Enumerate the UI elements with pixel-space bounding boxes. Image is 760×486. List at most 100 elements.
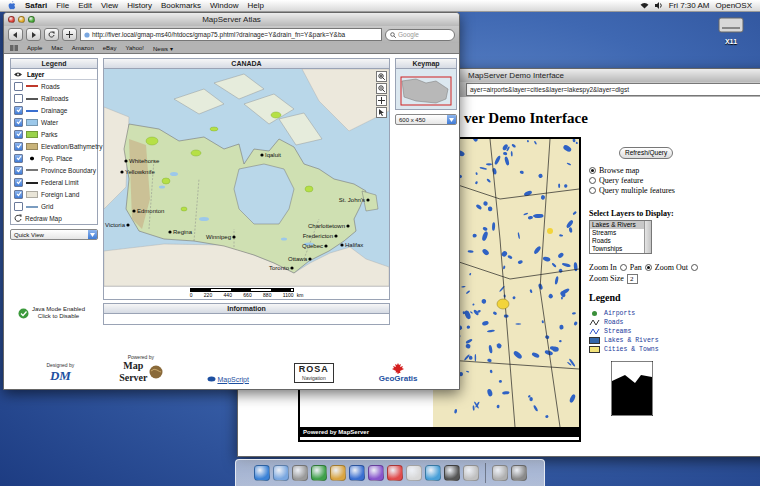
layer-row[interactable]: Drainage: [11, 104, 97, 116]
mode-option[interactable]: Browse map: [589, 165, 639, 175]
menu-item[interactable]: Bookmarks: [161, 0, 201, 11]
layer-checkbox[interactable]: [14, 202, 23, 211]
clock[interactable]: Fri 7:30 AM: [669, 0, 710, 11]
mode-option[interactable]: Query multiple features: [589, 185, 675, 195]
layer-row[interactable]: Roads: [11, 80, 97, 92]
quick-view-select[interactable]: Quick View: [10, 229, 98, 240]
layer-checkbox[interactable]: [14, 190, 23, 199]
zoom-option[interactable]: Zoom Out: [655, 263, 698, 273]
layer-row[interactable]: Foreign Land: [11, 188, 97, 200]
layer-row[interactable]: Pop. Place: [11, 152, 97, 164]
menu-item[interactable]: View: [101, 0, 118, 11]
demo-keymap[interactable]: [611, 361, 653, 416]
dm-solutions-logo[interactable]: Designed byDM: [46, 363, 74, 383]
redraw-map[interactable]: Redraw Map: [11, 212, 97, 224]
lake: [511, 151, 513, 157]
query-tool[interactable]: [376, 107, 387, 118]
layer-checkbox[interactable]: [14, 106, 23, 115]
menu-item[interactable]: Safari: [25, 0, 47, 11]
mapscript-logo[interactable]: MapScript: [207, 376, 249, 383]
dock-app[interactable]: [463, 465, 479, 481]
menu-item[interactable]: Help: [247, 0, 263, 11]
bookmark[interactable]: News ▾: [153, 45, 173, 52]
forward-button[interactable]: [26, 28, 41, 41]
layer-checkbox[interactable]: [14, 94, 23, 103]
keymap-image[interactable]: [396, 69, 456, 109]
dock-app[interactable]: [444, 465, 460, 481]
menu-item[interactable]: File: [56, 0, 69, 11]
zoom-option[interactable]: Pan: [630, 263, 652, 273]
dock-app[interactable]: [425, 465, 441, 481]
layer-checkbox[interactable]: [14, 118, 23, 127]
layer-checkbox[interactable]: [14, 178, 23, 187]
dock-app[interactable]: [368, 465, 384, 481]
layer-option[interactable]: Roads: [590, 237, 644, 245]
bookmark[interactable]: eBay: [103, 45, 117, 51]
canada-map[interactable]: WhitehorseYellowknifeEdmontonVictoriaReg…: [104, 69, 389, 286]
dock-app[interactable]: [273, 465, 289, 481]
menu-item[interactable]: Window: [210, 0, 238, 11]
pop-place: Yellowknife: [120, 169, 155, 175]
address-field[interactable]: http://fiver.local/gmap-ms40/htdocs/gmap…: [80, 28, 382, 41]
layer-row[interactable]: Elevation/Bathymetry: [11, 140, 97, 152]
dock-app[interactable]: [330, 465, 346, 481]
dock-app[interactable]: [311, 465, 327, 481]
layer-option[interactable]: Streams: [590, 229, 644, 237]
zoom-size-input[interactable]: 2: [627, 274, 639, 284]
menu-item[interactable]: History: [127, 0, 152, 11]
layer-row[interactable]: Federal Limit: [11, 176, 97, 188]
apple-icon[interactable]: [8, 1, 16, 10]
pop-place: Whitehorse: [124, 158, 160, 164]
layer-checkbox[interactable]: [14, 82, 23, 91]
menu-item[interactable]: Edit: [78, 0, 92, 11]
desktop-icon[interactable]: X11: [718, 14, 744, 46]
map-size-select[interactable]: 600 x 450: [395, 114, 457, 125]
pan-tool[interactable]: [376, 95, 387, 106]
layer-option[interactable]: Townships: [590, 245, 644, 253]
scrollbar[interactable]: [644, 221, 651, 253]
layer-checkbox[interactable]: [14, 154, 23, 163]
address-field[interactable]: ayer=airports&layer=cities&layer=lakespy…: [466, 83, 760, 96]
layer-checkbox[interactable]: [14, 142, 23, 151]
geogratis-logo[interactable]: GeoGratis: [379, 363, 418, 383]
back-button[interactable]: [8, 28, 23, 41]
bookmark[interactable]: Apple: [27, 45, 42, 51]
layer-row[interactable]: Parks: [11, 128, 97, 140]
bookmark[interactable]: Amazon: [72, 45, 94, 51]
rosa-navigation-logo[interactable]: ROSANavigation: [294, 363, 334, 383]
layer-row[interactable]: Railroads: [11, 92, 97, 104]
add-bookmark-button[interactable]: [62, 28, 77, 41]
close-button[interactable]: [8, 16, 15, 23]
zoom-option[interactable]: Zoom In: [589, 263, 627, 273]
layer-list[interactable]: Lakes & RiversStreamsRoadsTownships: [589, 220, 652, 254]
search-field[interactable]: Google: [385, 29, 455, 41]
refresh-button[interactable]: Refresh/Query: [619, 147, 673, 159]
trash[interactable]: [511, 465, 527, 481]
layer-checkbox[interactable]: [14, 130, 23, 139]
mode-option[interactable]: Query feature: [589, 175, 643, 185]
bookmark[interactable]: Mac: [51, 45, 62, 51]
layer-row[interactable]: Province Boundary: [11, 164, 97, 176]
reload-button[interactable]: [44, 28, 59, 41]
scale-tick: 220: [204, 292, 212, 298]
dock-app[interactable]: [406, 465, 422, 481]
bookmark[interactable]: Yahoo!: [125, 45, 144, 51]
zoom-in-tool[interactable]: [376, 71, 387, 82]
dock-app[interactable]: [292, 465, 308, 481]
minimize-button[interactable]: [18, 16, 25, 23]
dock-app[interactable]: [387, 465, 403, 481]
layer-row[interactable]: Grid: [11, 200, 97, 212]
dock-app[interactable]: [254, 465, 270, 481]
dock-app[interactable]: [349, 465, 365, 481]
dock-app[interactable]: [492, 465, 508, 481]
lake: [467, 250, 473, 253]
volume-icon[interactable]: [655, 2, 663, 9]
mapserver-logo[interactable]: Powered byMapServer: [119, 355, 162, 383]
layer-option[interactable]: Lakes & Rivers: [590, 221, 644, 229]
zoom-button[interactable]: [28, 16, 35, 23]
layer-checkbox[interactable]: [14, 166, 23, 175]
java-mode-toggle[interactable]: Java Mode EnabledClick to Disable: [10, 306, 98, 320]
zoom-out-tool[interactable]: [376, 83, 387, 94]
layer-row[interactable]: Water: [11, 116, 97, 128]
user-name[interactable]: OpenOSX: [716, 0, 752, 11]
